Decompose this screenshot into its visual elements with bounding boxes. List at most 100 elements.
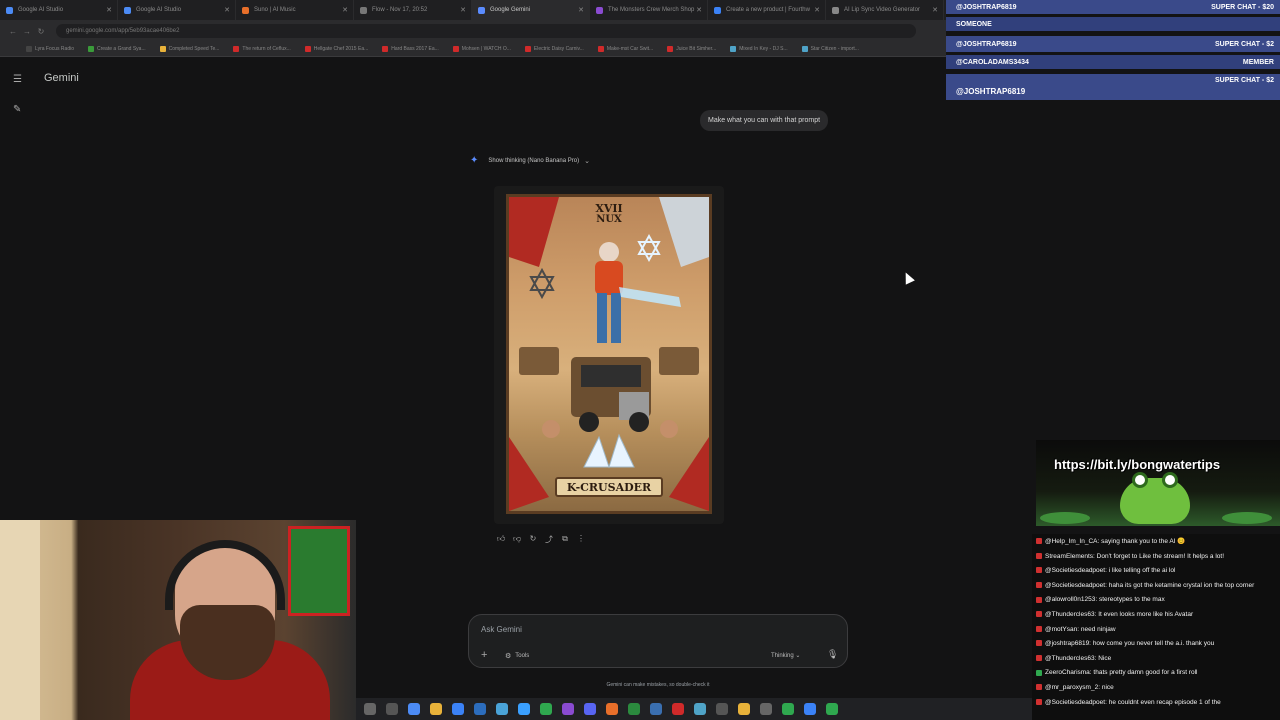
thumbs-up-icon[interactable]: 👍︎ <box>493 534 509 545</box>
app-icon[interactable] <box>364 703 376 715</box>
superchat-item: @JOSHTRAP6819 SUPER CHAT - $2 <box>946 36 1280 52</box>
generated-image[interactable]: XVII NUX K-CRUSADER <box>506 194 712 514</box>
mode-selector[interactable]: Thinking ⌄ <box>771 652 800 659</box>
url-field[interactable]: gemini.google.com/app/5eb93acae406be2 <box>56 24 916 38</box>
reload-icon[interactable]: ↻ <box>34 27 48 36</box>
browser-tab[interactable]: Create a new product | Fourthw ✕ <box>708 0 826 20</box>
bookmark-label: Completed Speed Te... <box>168 46 220 52</box>
bookmark[interactable]: Mixed In Key - DJ S... <box>730 46 788 52</box>
app-icon[interactable] <box>628 703 640 715</box>
close-icon[interactable]: ✕ <box>224 6 230 14</box>
close-icon[interactable]: ✕ <box>106 6 112 14</box>
browser-tab[interactable]: The Monsters Crew Merch Shop ✕ <box>590 0 708 20</box>
chat-text: saying thank you to the AI 😊 <box>1101 538 1186 545</box>
bookmark[interactable]: Make-mst Car Swit... <box>597 46 653 52</box>
more-options-icon[interactable]: ⋮ <box>573 534 589 545</box>
chat-message: ZeeroCharisma: thats pretty damn good fo… <box>1036 667 1276 678</box>
browser-tab[interactable]: Suno | AI Music ✕ <box>236 0 354 20</box>
app-icon[interactable] <box>738 703 750 715</box>
regenerate-icon[interactable]: ↻ <box>525 534 541 545</box>
tab-title: Google Gemini <box>490 7 531 13</box>
app-icon[interactable] <box>826 703 838 715</box>
superchat-name: SOMEONE <box>956 20 992 28</box>
share-icon[interactable]: ⤴ <box>541 534 557 545</box>
bookmark[interactable]: The return of Ceflux... <box>233 46 291 52</box>
app-icon[interactable] <box>518 703 530 715</box>
bookmark[interactable]: Lyra Focus Radio <box>26 46 74 52</box>
browser-tab-active[interactable]: Google Gemini ✕ <box>472 0 590 20</box>
bookmark[interactable]: Electric Daisy Carniv... <box>524 46 584 52</box>
card-banner-text: K-CRUSADER <box>566 480 652 494</box>
browser-tab[interactable]: Flow - Nov 17, 20:52 ✕ <box>354 0 472 20</box>
bookmark[interactable]: Hellgate Chef 2015 Ea... <box>304 46 369 52</box>
screen: Google AI Studio ✕ Google AI Studio ✕ Suno… <box>0 0 1280 720</box>
menu-icon[interactable]: ☰ <box>13 74 22 85</box>
app-icon[interactable] <box>584 703 596 715</box>
chat-message: StreamElements: Don't forget to Like the… <box>1036 551 1276 562</box>
chat-text: need ninjaw <box>1080 625 1116 633</box>
superchat-name: @JOSHTRAP6819 <box>956 3 1017 11</box>
bookmark[interactable]: Star Citizen - import... <box>801 46 859 52</box>
bookmark-icon <box>159 46 166 52</box>
app-icon[interactable] <box>496 703 508 715</box>
browser-tab[interactable]: Google AI Studio ✕ <box>118 0 236 20</box>
chat-user: @motYsan: <box>1045 625 1080 633</box>
app-icon[interactable] <box>386 703 398 715</box>
tab-title: Suno | AI Music <box>254 7 296 13</box>
bookmark-icon <box>667 46 674 52</box>
app-icon[interactable] <box>804 703 816 715</box>
show-thinking-toggle[interactable]: ✦ Show thinking (Nano Banana Pro) ⌄ <box>470 155 590 166</box>
thumbs-down-icon[interactable]: 👎︎ <box>509 534 525 545</box>
thinking-label: Show thinking (Nano Banana Pro) <box>488 157 580 164</box>
bookmark-icon <box>452 46 459 52</box>
microphone-icon[interactable]: 🎙︎ <box>827 649 838 660</box>
app-icon[interactable] <box>694 703 706 715</box>
app-icon[interactable] <box>408 703 420 715</box>
youtube-badge-icon <box>1036 625 1042 632</box>
app-icon[interactable] <box>474 703 486 715</box>
app-icon[interactable] <box>716 703 728 715</box>
close-icon[interactable]: ✕ <box>932 6 938 14</box>
chat-user: @Societiesdeadpoet: <box>1045 581 1107 589</box>
youtube-badge-icon <box>1036 655 1042 662</box>
forward-icon[interactable]: → <box>20 27 34 36</box>
bookmark[interactable]: Juice Bit Simher... <box>667 46 716 52</box>
app-icon[interactable] <box>650 703 662 715</box>
app-icon[interactable] <box>562 703 574 715</box>
app-icon[interactable] <box>672 703 684 715</box>
youtube-badge-icon <box>1036 596 1042 603</box>
close-icon[interactable]: ✕ <box>460 6 466 14</box>
tab-title: AI Lip Sync Video Generator <box>844 7 920 13</box>
app-icon[interactable] <box>782 703 794 715</box>
chat-text: stereotypes to the max <box>1098 596 1165 604</box>
bookmark[interactable]: Create a Grand Sya... <box>88 46 146 52</box>
gemini-spark-icon: ✦ <box>470 155 479 166</box>
bookmark[interactable]: Completed Speed Te... <box>159 46 220 52</box>
app-icon[interactable] <box>452 703 464 715</box>
close-icon[interactable]: ✕ <box>696 6 702 14</box>
back-icon[interactable]: ← <box>6 27 20 36</box>
browser-tab[interactable]: AI Lip Sync Video Generator ✕ <box>826 0 944 20</box>
chat-message: @mr_paroxysm_2: nice <box>1036 682 1276 693</box>
bookmark[interactable]: Mohsen | WATCH O... <box>452 46 511 52</box>
app-icon[interactable] <box>760 703 772 715</box>
close-icon[interactable]: ✕ <box>578 6 584 14</box>
app-icon[interactable] <box>540 703 552 715</box>
superchat-amount: SUPER CHAT - $2 <box>1215 40 1274 48</box>
add-icon[interactable]: + <box>481 649 487 661</box>
browser-tab[interactable]: Google AI Studio ✕ <box>0 0 118 20</box>
close-icon[interactable]: ✕ <box>342 6 348 14</box>
tab-title: Flow - Nov 17, 20:52 <box>372 7 428 13</box>
app-icon[interactable] <box>606 703 618 715</box>
app-icon[interactable] <box>430 703 442 715</box>
bookmark[interactable]: Hard Bass 2017 Ea... <box>382 46 439 52</box>
twitch-badge-icon <box>1036 669 1042 676</box>
new-chat-icon[interactable]: ✎ <box>13 104 21 115</box>
prompt-input[interactable] <box>481 625 781 634</box>
copy-icon[interactable]: ⧉ <box>557 534 573 545</box>
webcam-feed <box>0 520 356 720</box>
bookmark-label: Hellgate Chef 2015 Ea... <box>313 46 369 52</box>
close-icon[interactable]: ✕ <box>814 6 820 14</box>
tools-button[interactable]: ⚙ Tools <box>505 652 529 660</box>
chat-message: @joshtrap6819: how come you never tell t… <box>1036 638 1276 649</box>
